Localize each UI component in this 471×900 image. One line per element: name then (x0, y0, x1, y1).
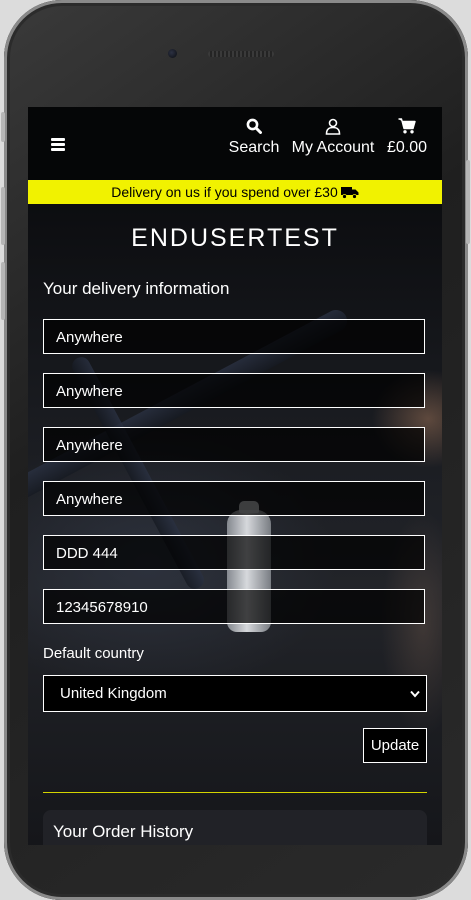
search-link[interactable]: Search (226, 115, 282, 157)
search-icon (226, 115, 282, 137)
county-field[interactable]: Anywhere (43, 481, 425, 516)
phone-screen: Search My Account £0.00 Delivery on us i… (28, 107, 442, 845)
hamburger-icon[interactable] (51, 138, 65, 151)
volume-down-button (1, 262, 5, 320)
truck-icon (340, 186, 359, 199)
brand-title: ENDUSERTEST (131, 224, 339, 252)
country-select[interactable]: United Kingdom (43, 675, 427, 712)
street-address-2-field[interactable]: Anywhere (43, 373, 425, 408)
power-button (466, 160, 470, 244)
cart-icon (384, 115, 430, 137)
top-navbar: Search My Account £0.00 (28, 107, 442, 180)
delivery-info-title: Your delivery information (43, 279, 230, 298)
cart-link[interactable]: £0.00 (384, 115, 430, 157)
phone-number-field[interactable]: 12345678910 (43, 589, 425, 624)
country-label: Default country (43, 645, 144, 662)
speaker (208, 51, 274, 57)
country-value: United Kingdom (60, 685, 167, 702)
delivery-banner: Delivery on us if you spend over £30 (28, 180, 442, 204)
chevron-down-icon (410, 676, 420, 711)
postcode-field[interactable]: DDD 444 (43, 535, 425, 570)
my-account-link[interactable]: My Account (290, 115, 376, 157)
mute-switch (1, 112, 5, 142)
section-divider (43, 792, 427, 793)
update-button[interactable]: Update (363, 728, 427, 763)
order-history-title: Your Order History (53, 822, 194, 841)
my-account-label: My Account (291, 139, 375, 156)
volume-up-button (1, 187, 5, 245)
camera (168, 49, 177, 58)
town-city-field[interactable]: Anywhere (43, 427, 425, 462)
banner-text: Delivery on us if you spend over £30 (111, 184, 338, 200)
order-history-card: Your Order History (43, 810, 427, 845)
user-icon (290, 115, 376, 137)
cart-total: £0.00 (386, 139, 428, 156)
search-label: Search (228, 139, 280, 156)
street-address-1-field[interactable]: Anywhere (43, 319, 425, 354)
